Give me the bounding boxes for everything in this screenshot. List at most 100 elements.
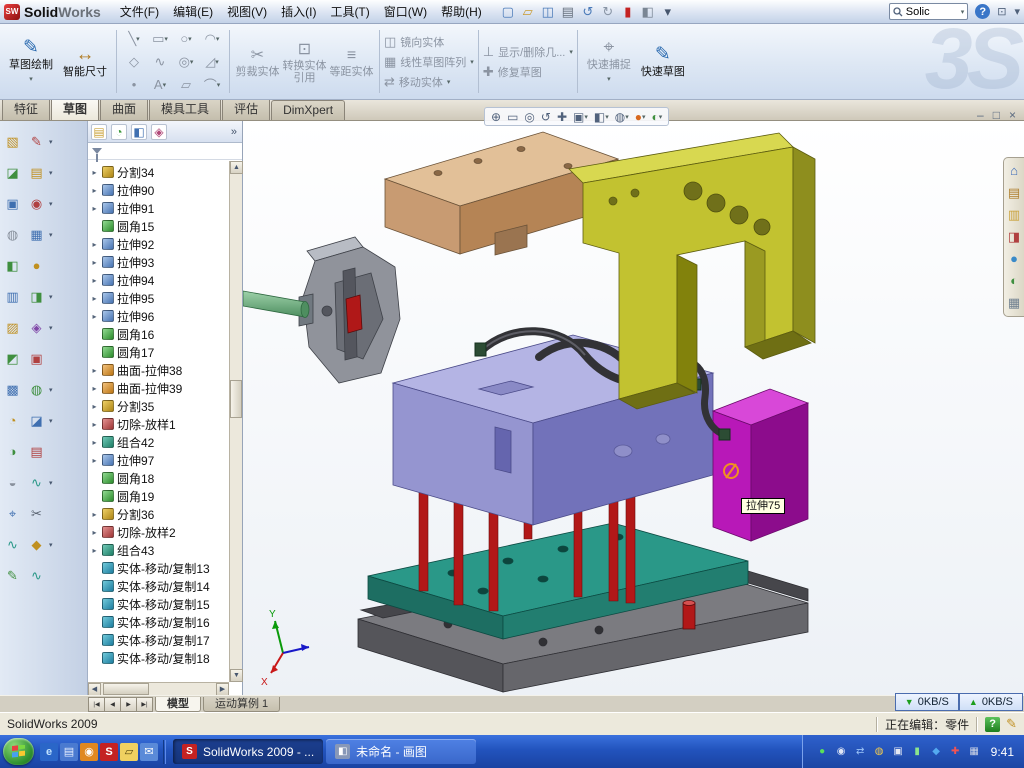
update-icon[interactable]: ◍ [872,744,887,759]
left-toolbar-icon[interactable]: ◑ [4,443,21,460]
feature-tree-item[interactable]: ▸分割36 [90,505,228,523]
show-desktop-icon[interactable]: ▤ [60,743,78,761]
clock[interactable]: 9:41 [991,745,1014,759]
flyout-arrow-icon[interactable]: ▾ [49,386,53,394]
tab-nav-button[interactable]: ▶ [120,697,137,712]
left-toolbar-icon[interactable]: ▣ [28,350,45,367]
search-dropdown-icon[interactable]: ▾ [961,8,965,16]
left-toolbar-icon[interactable]: ◈ [28,319,45,336]
left-toolbar-icon[interactable]: ▨ [4,319,21,336]
tab-nav-button[interactable]: ▶| [136,697,153,712]
circle-tool-icon[interactable]: ○▾ [173,27,199,50]
new-document-icon[interactable]: ▢ [499,3,517,21]
expand-arrow-icon[interactable]: ▸ [90,258,99,267]
tree-vertical-scrollbar[interactable]: ▲ ▼ [229,161,242,682]
tab-0[interactable]: 特征 [2,97,50,120]
view-orientation-icon[interactable]: ▣▾ [571,110,590,124]
expand-arrow-icon[interactable]: ▸ [90,384,99,393]
document-tab-0[interactable]: 模型 [155,697,201,712]
plane-tool-icon[interactable]: ▱ [173,73,199,96]
feature-tree-item[interactable]: 实体-移动/复制13 [90,559,228,577]
expand-arrow-icon[interactable]: ▸ [90,456,99,465]
display-delete-relations-button[interactable]: ⊥显示/删除几...▾ [483,44,573,60]
feature-tree-item[interactable]: ▸分割35 [90,397,228,415]
appearances-icon[interactable]: ● [1010,252,1018,266]
expand-arrow-icon[interactable]: ▸ [90,546,99,555]
text-tool-icon[interactable]: A▾ [147,73,173,96]
rotate-view-icon[interactable]: ↺ [539,110,553,124]
scroll-down-button[interactable]: ▼ [230,669,243,682]
feature-tree-item[interactable]: ▸拉伸94 [90,271,228,289]
left-toolbar-icon[interactable]: ◉ [28,195,45,212]
quick-snaps-button[interactable]: ⌖快速捕捉▾ [582,27,636,96]
expand-arrow-icon[interactable]: ▸ [90,312,99,321]
options-dropdown-icon[interactable]: ▾ [659,3,677,21]
expand-arrow-icon[interactable]: ▸ [90,402,99,411]
expand-arrow-icon[interactable]: ▸ [90,420,99,429]
feature-tree-item[interactable]: 圆角16 [90,325,228,343]
featuremanager-filter-bar[interactable] [88,143,242,160]
tree-horizontal-scrollbar[interactable]: ◀ ▶ [88,682,229,695]
save-icon[interactable]: ◫ [539,3,557,21]
flyout-arrow-icon[interactable]: ▾ [49,417,53,425]
undo-icon[interactable]: ↺ [579,3,597,21]
left-toolbar-icon[interactable]: ◆ [28,536,45,553]
feature-tree-item[interactable]: 实体-移动/复制16 [90,613,228,631]
move-entities-button[interactable]: ⇄移动实体▾ [384,74,474,90]
mirror-entities-button[interactable]: ◫镜向实体 [384,34,474,50]
point-tool-icon[interactable]: • [121,73,147,96]
menu-help[interactable]: 帮助(H) [434,0,489,23]
search-input[interactable] [906,6,958,18]
feature-tree-item[interactable]: 实体-移动/复制15 [90,595,228,613]
tab-1[interactable]: 草图 [51,97,99,120]
offset-entities-button[interactable]: ≡等距实体 [328,27,375,96]
smart-dimension-button[interactable]: ↔智能尺寸 [58,27,112,96]
open-icon[interactable]: ▱ [519,3,537,21]
left-toolbar-icon[interactable]: ◒ [4,474,21,491]
feature-tree-item[interactable]: 实体-移动/复制14 [90,577,228,595]
scene-icon[interactable]: ◐ [1010,274,1018,288]
expand-arrow-icon[interactable]: ▸ [90,204,99,213]
start-button[interactable] [3,738,34,765]
scroll-left-button[interactable]: ◀ [88,683,101,696]
feature-tree-item[interactable]: ▸组合43 [90,541,228,559]
menu-view[interactable]: 视图(V) [220,0,274,23]
expand-arrow-icon[interactable]: ▸ [90,276,99,285]
left-toolbar-icon[interactable]: ✂ [28,505,45,522]
minimize-window-icon[interactable]: – [977,108,984,122]
network-icon[interactable]: ⇄ [853,744,868,759]
left-toolbar-icon[interactable]: ✎ [4,567,21,584]
left-toolbar-icon[interactable]: ◪ [4,164,21,181]
graphics-viewport[interactable]: Y X 拉伸75 ⌂▤▥◨●◐▦ [243,121,1024,695]
slot-tool-icon[interactable]: ⌒▾ [199,73,225,96]
expand-pane-icon[interactable]: ⊡ [993,5,1010,18]
sketch-fillet-icon[interactable]: ◿▾ [199,50,225,73]
menu-window[interactable]: 窗口(W) [377,0,434,23]
feature-tree-item[interactable]: ▸拉伸93 [90,253,228,271]
left-toolbar-icon[interactable]: ▣ [4,195,21,212]
left-toolbar-icon[interactable]: ◔ [4,412,21,429]
volume-icon[interactable]: ◉ [834,744,849,759]
color-swatch-icon[interactable]: ◧ [639,3,657,21]
feature-tree-item[interactable]: 圆角18 [90,469,228,487]
feature-tree-item[interactable]: ▸曲面-拉伸39 [90,379,228,397]
zoom-in-out-icon[interactable]: ◎ [522,110,536,124]
tab-2[interactable]: 曲面 [100,97,148,120]
feature-tree-item[interactable]: ▸分割34 [90,163,228,181]
feature-tree-item[interactable]: 实体-移动/复制17 [90,631,228,649]
rectangle-tool-icon[interactable]: ▭▾ [147,27,173,50]
left-toolbar-icon[interactable]: ◍ [4,226,21,243]
left-toolbar-icon[interactable]: ⌖ [4,505,21,522]
polygon-tool-icon[interactable]: ◇ [121,50,147,73]
flyout-arrow-icon[interactable]: ▾ [49,200,53,208]
left-toolbar-icon[interactable]: ◍ [28,381,45,398]
zoom-area-icon[interactable]: ▭ [505,110,520,124]
left-toolbar-icon[interactable]: ● [28,257,45,274]
left-toolbar-icon[interactable]: ▤ [28,164,45,181]
media-player-icon[interactable]: ◉ [80,743,98,761]
left-toolbar-icon[interactable]: ◩ [4,350,21,367]
scroll-right-button[interactable]: ▶ [216,683,229,696]
pan-icon[interactable]: ✚ [555,110,569,124]
feature-tree-item[interactable]: ▸拉伸97 [90,451,228,469]
sketch-button[interactable]: ✎草图绘制▾ [4,27,58,96]
